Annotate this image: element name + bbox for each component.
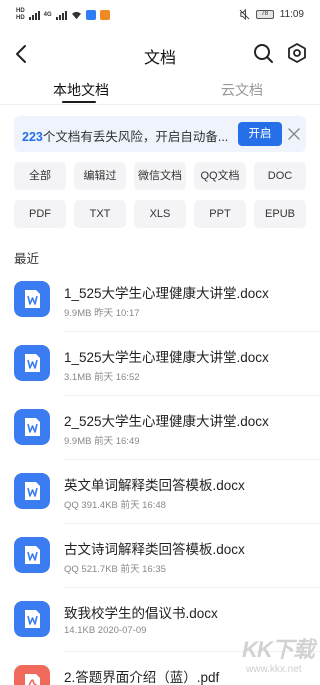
file-name: 1_525大学生心理健康大讲堂.docx xyxy=(64,286,269,301)
tab-local-docs[interactable]: 本地文档 xyxy=(53,80,109,100)
clock: 11:09 xyxy=(279,9,304,20)
hd-label: HD xyxy=(16,15,25,21)
section-title-recent: 最近 xyxy=(14,252,40,266)
app-header: 文档 xyxy=(0,36,320,72)
file-name: 英文单词解释类回答模板.docx xyxy=(64,478,245,493)
file-meta: 3.1MB 前天 16:52 xyxy=(64,372,140,383)
banner-count: 223 xyxy=(22,130,43,144)
tab-bar: 本地文档 云文档 xyxy=(0,76,320,104)
file-name: 古文诗词解释类回答模板.docx xyxy=(64,542,245,557)
word-doc-icon xyxy=(14,473,50,509)
filter-chip-wechat[interactable]: 微信文档 xyxy=(134,162,186,190)
notification-app-icon xyxy=(85,10,96,20)
pdf-doc-icon xyxy=(14,665,50,685)
divider xyxy=(0,104,320,105)
network-type-label: 4G xyxy=(43,11,52,18)
filter-chip-edited[interactable]: 编辑过 xyxy=(74,162,126,190)
banner-text: 个文档有丢失风险，开启自动备... xyxy=(42,130,229,144)
file-row[interactable]: 2_525大学生心理健康大讲堂.docx 9.9MB 前天 16:49 xyxy=(0,396,320,460)
status-bar: HD HD 4G 78 11:09 xyxy=(0,0,320,36)
banner-message: 223个文档有丢失风险，开启自动备... xyxy=(22,126,228,145)
word-doc-icon xyxy=(14,409,50,445)
filter-chip-qq[interactable]: QQ文档 xyxy=(194,162,246,190)
file-meta: QQ 391.4KB 前天 16:48 xyxy=(64,500,166,511)
file-row[interactable]: 英文单词解释类回答模板.docx QQ 391.4KB 前天 16:48 xyxy=(0,460,320,524)
file-name: 1_525大学生心理健康大讲堂.docx xyxy=(64,350,269,365)
file-meta: QQ 521.7KB 前天 16:35 xyxy=(64,564,166,575)
word-doc-icon xyxy=(14,281,50,317)
filter-chip-ppt[interactable]: PPT xyxy=(194,200,246,228)
file-meta: 9.9MB 昨天 10:17 xyxy=(64,308,140,319)
close-icon[interactable] xyxy=(286,126,302,142)
gear-icon[interactable] xyxy=(286,42,308,64)
signal-icon xyxy=(28,10,40,20)
enable-backup-button[interactable]: 开启 xyxy=(238,122,282,146)
search-icon[interactable] xyxy=(252,42,274,64)
filter-chip-pdf[interactable]: PDF xyxy=(14,200,66,228)
hd-label: HD xyxy=(16,8,25,14)
watermark-logo: KK下载 www.kkx.net xyxy=(242,632,316,682)
filter-chip-all[interactable]: 全部 xyxy=(14,162,66,190)
word-doc-icon xyxy=(14,537,50,573)
wifi-icon xyxy=(71,11,81,19)
watermark-text: KK下载 xyxy=(242,637,315,662)
signal-icon xyxy=(55,10,67,20)
backup-banner: 223个文档有丢失风险，开启自动备... 开启 xyxy=(14,116,306,152)
file-row[interactable]: 1_525大学生心理健康大讲堂.docx 3.1MB 前天 16:52 xyxy=(0,332,320,396)
file-name: 致我校学生的倡议书.docx xyxy=(64,606,218,621)
file-name: 2.答题界面介绍（蓝）.pdf xyxy=(64,670,220,685)
file-meta: 14.1KB 2020-07-09 xyxy=(64,625,147,636)
watermark-url: www.kkx.net xyxy=(246,664,302,675)
mute-icon xyxy=(239,9,250,20)
file-row[interactable]: 1_525大学生心理健康大讲堂.docx 9.9MB 昨天 10:17 xyxy=(0,268,320,332)
file-name: 2_525大学生心理健康大讲堂.docx xyxy=(64,414,269,429)
filter-chip-txt[interactable]: TXT xyxy=(74,200,126,228)
notification-app-icon xyxy=(99,10,110,20)
filter-chip-xls[interactable]: XLS xyxy=(134,200,186,228)
word-doc-icon xyxy=(14,345,50,381)
battery-icon: 78 xyxy=(255,10,274,19)
filter-chip-epub[interactable]: EPUB xyxy=(254,200,306,228)
filter-chip-doc[interactable]: DOC xyxy=(254,162,306,190)
tab-cloud-docs[interactable]: 云文档 xyxy=(221,80,263,100)
file-row[interactable]: 古文诗词解释类回答模板.docx QQ 521.7KB 前天 16:35 xyxy=(0,524,320,588)
file-meta: 9.9MB 前天 16:49 xyxy=(64,436,140,447)
word-doc-icon xyxy=(14,601,50,637)
active-tab-indicator xyxy=(62,101,96,103)
